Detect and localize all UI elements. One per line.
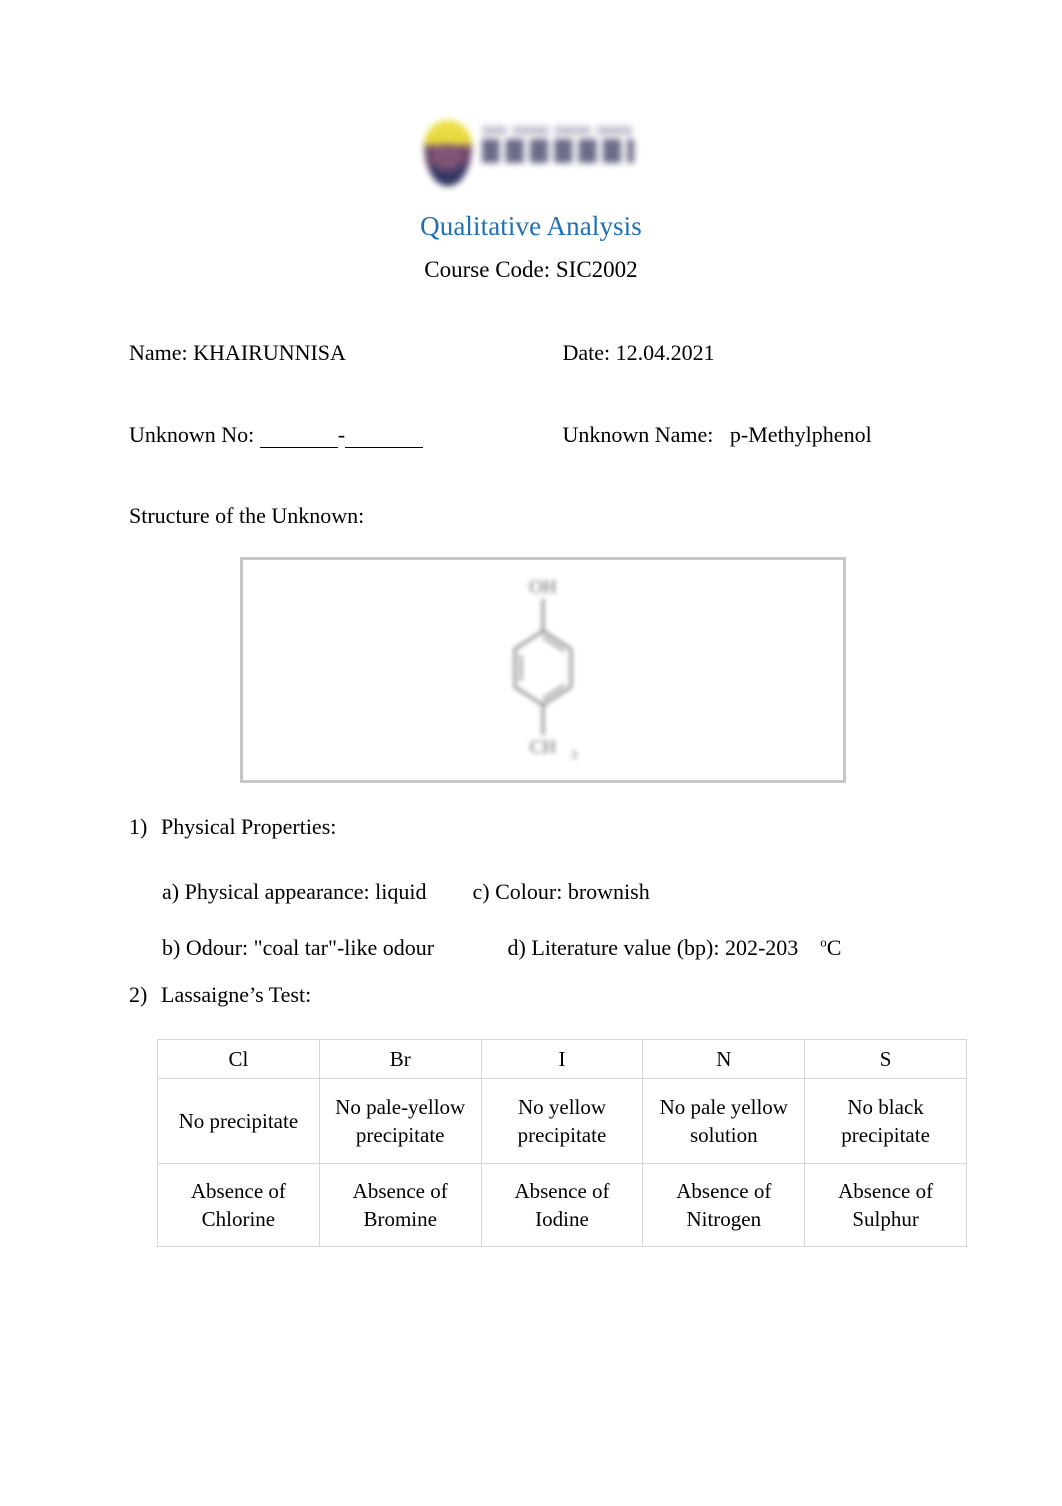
property-c-value: brownish — [567, 879, 650, 904]
logo-text-line-main — [482, 139, 634, 163]
property-b: b) Odour: "coal tar"-like odour — [162, 933, 502, 963]
university-logo-container — [0, 112, 1062, 194]
date-value: 12.04.2021 — [615, 340, 715, 365]
observation-s: No black precipitate — [804, 1078, 967, 1164]
observation-br: No pale-yellow precipitate — [318, 1078, 482, 1164]
unknown-no-label: Unknown No: — [129, 422, 255, 447]
document-page: Qualitative Analysis Course Code: SIC200… — [0, 0, 1062, 1506]
celsius-unit: C — [826, 935, 842, 961]
observation-i: No yellow precipitate — [480, 1078, 644, 1164]
p-methylphenol-structure-icon: OH CH 3 — [513, 577, 578, 762]
table-row-observations: No precipitate No pale-yellow precipitat… — [157, 1078, 967, 1164]
section-1-number: 1) — [129, 814, 148, 839]
svg-text:OH: OH — [529, 577, 557, 598]
property-b-label: b) Odour: — [162, 935, 249, 961]
logo-text-line-top — [482, 126, 632, 135]
section-2-number: 2) — [129, 982, 148, 1007]
table-header-cl: Cl — [157, 1039, 320, 1079]
property-c: c) Colour: brownish — [473, 879, 650, 904]
name-field: Name: KHAIRUNNISA — [129, 338, 557, 368]
conclusion-s: Absence of Sulphur — [804, 1163, 967, 1247]
unknown-name-value: p-Methylphenol — [729, 422, 872, 447]
property-c-label: c) Colour: — [472, 879, 563, 904]
unknown-name-field: Unknown Name: p-Methylphenol — [563, 420, 872, 450]
conclusion-n: Absence of Nitrogen — [642, 1163, 806, 1247]
property-a: a) Physical appearance: liquid — [162, 877, 467, 907]
lassaigne-results-table: Cl Br I N S No precipitate No pale-yello… — [157, 1039, 967, 1247]
svg-text:3: 3 — [571, 747, 578, 762]
table-header-n: N — [642, 1039, 806, 1079]
course-code: Course Code: SIC2002 — [424, 257, 638, 282]
date-label: Date: — [562, 340, 611, 365]
property-a-label: a) Physical appearance: — [162, 879, 370, 904]
conclusion-br: Absence of Bromine — [318, 1163, 482, 1247]
university-shield-logo — [420, 114, 642, 192]
property-d: d) Literature value (bp): 202-203 oC — [508, 935, 842, 960]
structure-box: OH CH 3 — [240, 557, 846, 783]
unknown-no-blank-1[interactable] — [259, 427, 338, 448]
property-b-value: "coal tar"-like odour — [253, 935, 435, 961]
physical-properties-row-ac: a) Physical appearance: liquid c) Colour… — [162, 877, 650, 907]
section-1-title: Physical Properties: — [161, 814, 337, 839]
unknown-row: Unknown No: - Unknown Name: p-Methylphen… — [129, 420, 959, 450]
table-row-conclusions: Absence of Chlorine Absence of Bromine A… — [157, 1163, 967, 1247]
page-title: Qualitative Analysis — [0, 209, 1062, 243]
name-label: Name: — [129, 340, 188, 365]
name-value: KHAIRUNNISA — [193, 340, 346, 365]
unknown-no-field: Unknown No: - — [129, 420, 557, 450]
physical-properties-row-bd: b) Odour: "coal tar"-like odour d) Liter… — [162, 928, 841, 963]
section-lassaigne-test: 2) Lassaigne’s Test: — [129, 980, 311, 1010]
conclusion-i: Absence of Iodine — [480, 1163, 644, 1247]
conclusion-cl: Absence of Chlorine — [157, 1163, 320, 1247]
unknown-name-label: Unknown Name: — [562, 422, 714, 447]
name-date-row: Name: KHAIRUNNISA Date: 12.04.2021 — [129, 338, 959, 368]
date-field: Date: 12.04.2021 — [563, 338, 715, 368]
property-a-value: liquid — [375, 879, 427, 904]
section-2-title: Lassaigne’s Test: — [161, 982, 312, 1007]
page-title-text: Qualitative Analysis — [420, 211, 642, 241]
property-d-label: d) Literature value (bp): — [507, 935, 720, 961]
table-header-br: Br — [318, 1039, 482, 1079]
shield-icon — [424, 120, 472, 186]
section-physical-properties: 1) Physical Properties: — [129, 812, 336, 842]
observation-cl: No precipitate — [157, 1078, 320, 1164]
unknown-no-blank-2[interactable] — [345, 427, 424, 448]
table-header-i: I — [480, 1039, 644, 1079]
property-d-value: 202-203 — [724, 935, 799, 961]
observation-n: No pale yellow solution — [642, 1078, 806, 1164]
table-header-s: S — [804, 1039, 967, 1079]
structure-label: Structure of the Unknown: — [129, 503, 365, 528]
unknown-no-separator: - — [337, 422, 346, 447]
table-header-row: Cl Br I N S — [157, 1039, 967, 1079]
svg-text:CH: CH — [530, 737, 557, 758]
